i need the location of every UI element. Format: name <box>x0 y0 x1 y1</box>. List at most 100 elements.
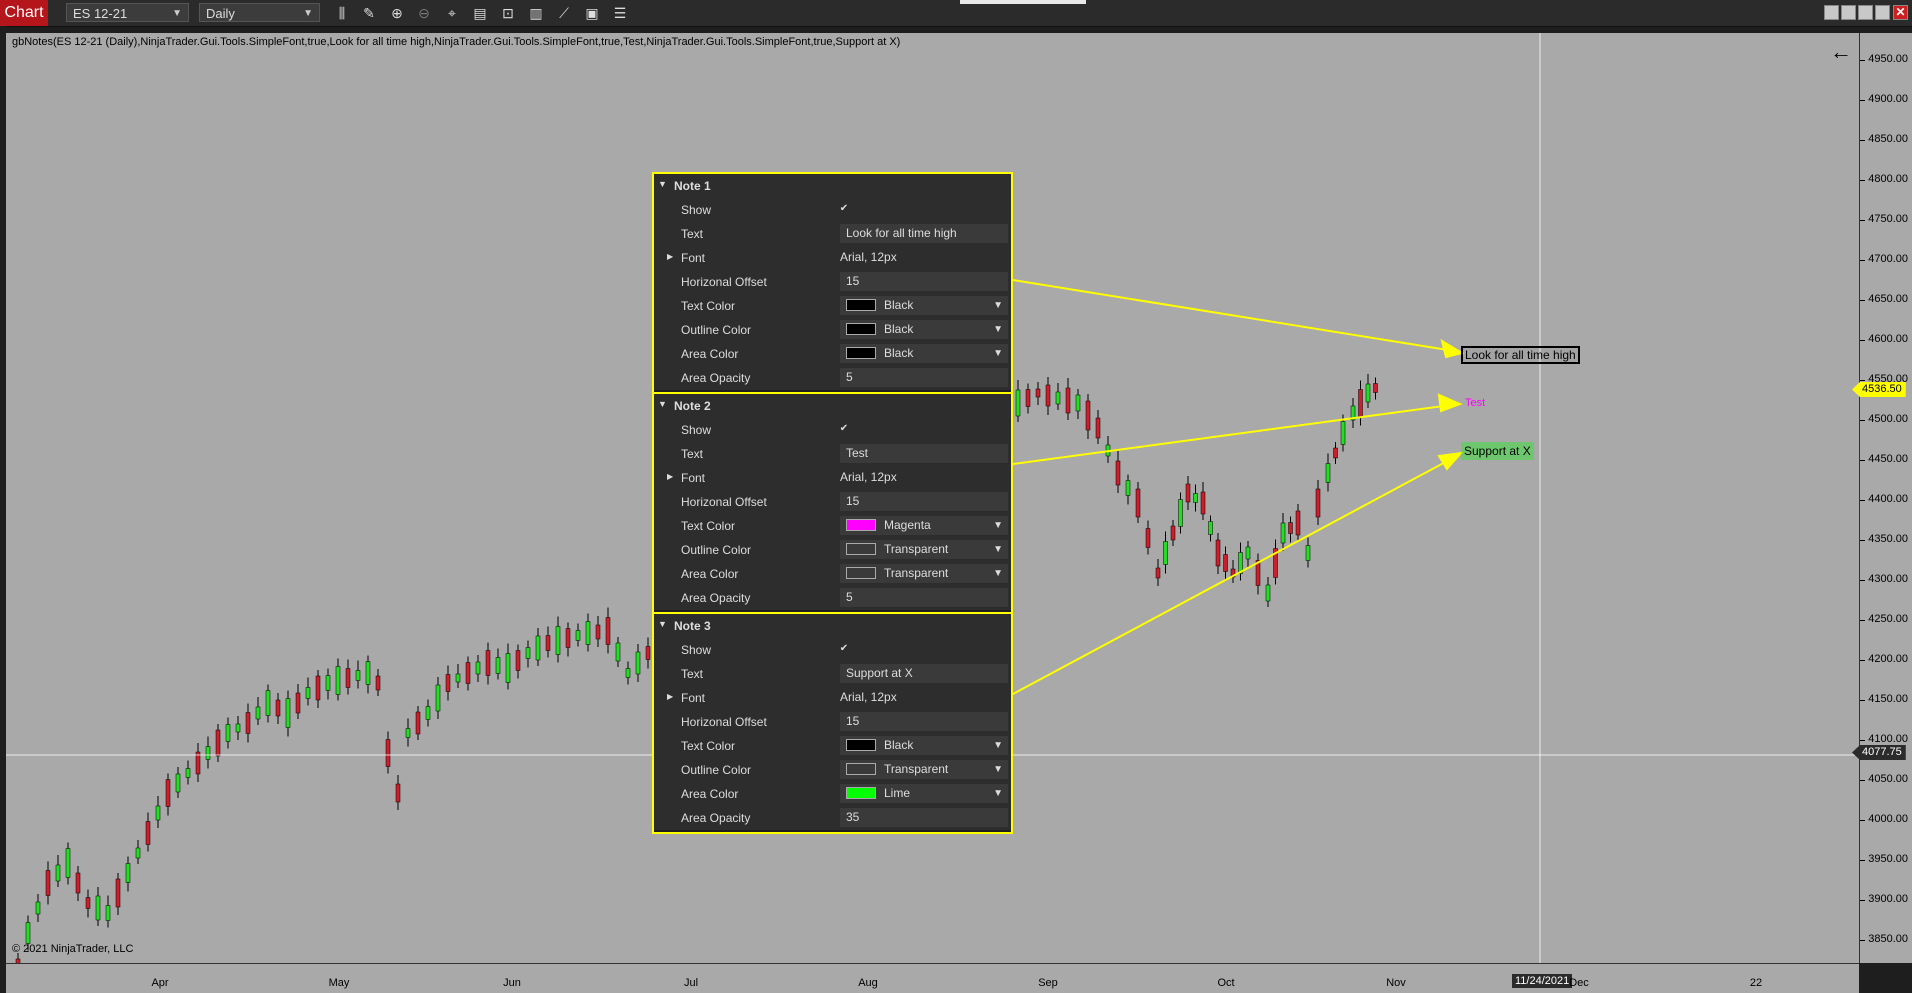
window-tile-icon[interactable] <box>1824 5 1839 20</box>
text-label: Text <box>681 227 704 241</box>
opacity-field[interactable]: 5 <box>840 368 1008 387</box>
show-row: Show ✔ <box>654 638 1011 662</box>
panel-header[interactable]: ▼ Note 2 <box>654 394 1011 418</box>
candle <box>85 889 91 918</box>
area-color-dropdown[interactable]: Transparent ▼ <box>840 564 1008 583</box>
panel-header[interactable]: ▼ Note 3 <box>654 614 1011 638</box>
list-icon[interactable]: ☰ <box>611 4 629 22</box>
font-value[interactable]: Arial, 12px <box>840 688 1008 707</box>
price-tick-label: 4650.00 <box>1868 293 1908 305</box>
text-field[interactable]: Support at X <box>840 664 1008 683</box>
font-value[interactable]: Arial, 12px <box>840 468 1008 487</box>
candle <box>1288 516 1293 543</box>
offset-field[interactable]: 15 <box>840 492 1008 511</box>
price-tick-label: 4750.00 <box>1868 213 1908 225</box>
expand-icon[interactable]: ▶ <box>667 252 673 261</box>
candle-body <box>635 651 641 675</box>
chart-note-1[interactable]: Look for all time high <box>1461 346 1580 364</box>
minimize-icon[interactable] <box>1858 5 1873 20</box>
chart-tab[interactable]: Chart <box>0 0 48 26</box>
area-color-dropdown[interactable]: Lime ▼ <box>840 784 1008 803</box>
candle <box>125 856 131 892</box>
font-value[interactable]: Arial, 12px <box>840 248 1008 267</box>
time-axis[interactable]: 11/24/2021 Apr May Jun Jul Aug Sep Oct Nov Dec 22 <box>6 963 1859 993</box>
price-tick-mark <box>1860 700 1865 701</box>
outline-color-dropdown[interactable]: Transparent ▼ <box>840 760 1008 779</box>
candle-body <box>1200 491 1206 515</box>
text-color-dropdown[interactable]: Magenta ▼ <box>840 516 1008 535</box>
collapse-icon[interactable]: ▼ <box>658 399 667 409</box>
window-tile-icon[interactable] <box>1841 5 1856 20</box>
area-color-value: Transparent <box>884 566 949 580</box>
candle <box>1105 436 1111 463</box>
chart-note-3[interactable]: Support at X <box>1461 442 1534 460</box>
close-icon[interactable]: ✕ <box>1893 5 1908 20</box>
opacity-field[interactable]: 35 <box>840 808 1008 827</box>
candle-body <box>625 668 631 678</box>
candle <box>255 697 261 725</box>
restore-icon[interactable] <box>1875 5 1890 20</box>
copyright-text: © 2021 NinjaTrader, LLC <box>12 943 134 955</box>
collapse-icon[interactable]: ▼ <box>658 179 667 189</box>
candle <box>1115 451 1121 493</box>
indicators-icon[interactable]: ▥ <box>527 4 545 22</box>
candle <box>515 644 521 679</box>
candle <box>495 648 501 680</box>
price-tick-label: 4900.00 <box>1868 93 1908 105</box>
data-box-icon[interactable]: ▣ <box>583 4 601 22</box>
show-checkbox[interactable]: ✔ <box>838 643 850 655</box>
area-color-row: Area Color Lime ▼ <box>654 782 1011 806</box>
price-tick-mark <box>1860 540 1865 541</box>
candle <box>245 703 251 743</box>
offset-row: Horizonal Offset 15 <box>654 710 1011 734</box>
candle-body <box>395 783 401 803</box>
outline-color-dropdown[interactable]: Transparent ▼ <box>840 540 1008 559</box>
opacity-field[interactable]: 5 <box>840 588 1008 607</box>
candle-body <box>575 630 581 641</box>
interval-selector[interactable]: Daily ▼ <box>199 3 320 22</box>
text-color-dropdown[interactable]: Black ▼ <box>840 736 1008 755</box>
text-label: Text <box>681 447 704 461</box>
show-checkbox[interactable]: ✔ <box>838 423 850 435</box>
pencil-icon[interactable]: ✎ <box>360 4 378 22</box>
candle-body <box>1333 447 1338 459</box>
crosshair-icon[interactable]: ⌖ <box>443 4 461 22</box>
text-color-dropdown[interactable]: Black ▼ <box>840 296 1008 315</box>
candle <box>195 743 201 782</box>
chart-note-2[interactable]: Test <box>1465 397 1485 409</box>
panel-header[interactable]: ▼ Note 1 <box>654 174 1011 198</box>
expand-icon[interactable]: ▶ <box>667 472 673 481</box>
candle <box>1295 504 1301 541</box>
zoom-out-icon[interactable]: ⊖ <box>415 4 433 22</box>
expand-icon[interactable]: ▶ <box>667 692 673 701</box>
candle <box>185 760 191 785</box>
candle-body <box>595 624 601 640</box>
candle-body <box>225 724 231 742</box>
candle <box>355 660 361 689</box>
candle <box>105 895 111 928</box>
text-field[interactable]: Look for all time high <box>840 224 1008 243</box>
time-tick-label: May <box>328 977 350 989</box>
show-row: Show ✔ <box>654 198 1011 222</box>
collapse-icon[interactable]: ▼ <box>658 619 667 629</box>
bar-type-icon[interactable]: ⫼ <box>333 4 351 22</box>
strategies-icon[interactable]: ⟋ <box>555 4 573 22</box>
offset-field[interactable]: 15 <box>840 272 1008 291</box>
last-price-marker: 4536.50 <box>1852 382 1906 397</box>
candle <box>1255 553 1261 595</box>
candle <box>1358 380 1363 426</box>
text-field[interactable]: Test <box>840 444 1008 463</box>
template-icon[interactable]: ⊡ <box>499 4 517 22</box>
offset-field[interactable]: 15 <box>840 712 1008 731</box>
price-axis[interactable]: 4950.00 4900.00 4850.00 4800.00 4750.00 4700.… <box>1859 33 1912 963</box>
zoom-in-icon[interactable]: ⊕ <box>388 4 406 22</box>
candle <box>1125 474 1131 505</box>
instrument-selector[interactable]: ES 12-21 ▼ <box>66 3 189 22</box>
show-checkbox[interactable]: ✔ <box>838 203 850 215</box>
back-arrow-icon[interactable]: ← <box>1830 39 1852 65</box>
candle-body <box>325 675 331 691</box>
outline-color-dropdown[interactable]: Black ▼ <box>840 320 1008 339</box>
properties-icon[interactable]: ▤ <box>471 4 489 22</box>
area-color-dropdown[interactable]: Black ▼ <box>840 344 1008 363</box>
font-row: ▶ Font Arial, 12px <box>654 246 1011 270</box>
